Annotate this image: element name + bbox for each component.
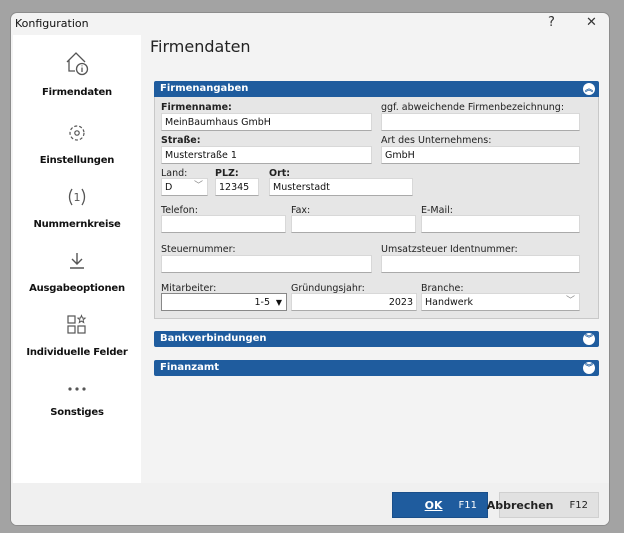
art-input[interactable]: GmbH xyxy=(381,146,580,164)
cancel-button[interactable]: Abbrechen F12 xyxy=(487,492,599,518)
mitarbeiter-select[interactable]: 1-5 ▼ xyxy=(161,293,287,311)
help-button[interactable]: ? xyxy=(548,15,555,30)
fax-input[interactable] xyxy=(291,215,416,233)
svg-text:1: 1 xyxy=(74,191,81,204)
download-icon xyxy=(70,253,84,269)
strasse-label: Straße: xyxy=(161,135,201,146)
chevron-down-icon: ﹀ xyxy=(565,296,575,306)
sidebar: Firmendaten Einstellungen 1 Nummernkreis… xyxy=(13,35,141,483)
config-dialog: Konfiguration ? ✕ Firmendaten Einstellun… xyxy=(10,12,610,526)
strasse-input[interactable]: Musterstraße 1 xyxy=(161,146,372,164)
sidebar-item-individuelle-felder[interactable]: Individuelle Felder xyxy=(13,313,141,358)
expand-icon[interactable]: ︾ xyxy=(583,362,595,374)
number-cycle-icon: 1 xyxy=(68,188,86,206)
land-select[interactable]: D ﹀ xyxy=(161,178,208,196)
firmenname-input[interactable]: MeinBaumhaus GmbH xyxy=(161,113,372,131)
sidebar-item-label: Firmendaten xyxy=(42,87,112,98)
sidebar-item-label: Individuelle Felder xyxy=(26,347,128,358)
firmenname-label: Firmenname: xyxy=(161,102,232,113)
gruendungsjahr-input[interactable]: 2023 xyxy=(291,293,417,311)
section-bankverbindungen-header[interactable]: Bankverbindungen ︾ xyxy=(154,331,599,347)
art-label: Art des Unternehmens: xyxy=(381,135,492,146)
sidebar-item-label: Ausgabeoptionen xyxy=(29,283,125,294)
ok-shortcut: F11 xyxy=(458,499,477,511)
custom-fields-icon xyxy=(67,314,87,334)
sidebar-item-einstellungen[interactable]: Einstellungen xyxy=(13,121,141,166)
more-icon xyxy=(68,387,86,391)
branche-value: Handwerk xyxy=(425,297,474,308)
branche-select[interactable]: Handwerk ﹀ xyxy=(421,293,580,311)
section-title: Bankverbindungen xyxy=(160,333,267,344)
plz-input[interactable]: 12345 xyxy=(215,178,259,196)
steuernummer-label: Steuernummer: xyxy=(161,244,236,255)
ort-input[interactable]: Musterstadt xyxy=(269,178,413,196)
land-value: D xyxy=(165,182,173,193)
ok-label: OK xyxy=(424,498,443,512)
sidebar-item-label: Nummernkreise xyxy=(33,219,121,230)
cancel-label: Abbrechen xyxy=(486,498,554,512)
window-title: Konfiguration xyxy=(15,17,89,30)
section-title: Finanzamt xyxy=(160,362,220,373)
cancel-shortcut: F12 xyxy=(569,499,588,511)
house-info-icon xyxy=(66,52,89,76)
section-title: Firmenangaben xyxy=(160,83,249,94)
expand-icon[interactable]: ︾ xyxy=(583,333,595,345)
ustid-label: Umsatzsteuer Identnummer: xyxy=(381,244,518,255)
email-input[interactable] xyxy=(421,215,580,233)
sidebar-item-firmendaten[interactable]: Firmendaten xyxy=(13,49,141,98)
collapse-icon[interactable]: ︽ xyxy=(583,83,595,95)
close-button[interactable]: ✕ xyxy=(586,15,597,30)
dialog-footer: OK F11 Abbrechen F12 xyxy=(11,483,609,525)
chevron-down-icon: ﹀ xyxy=(193,181,203,191)
ustid-input[interactable] xyxy=(381,255,580,273)
sidebar-item-ausgabeoptionen[interactable]: Ausgabeoptionen xyxy=(13,249,141,294)
sidebar-item-label: Einstellungen xyxy=(39,155,115,166)
ok-button[interactable]: OK F11 xyxy=(392,492,488,518)
triangle-down-icon: ▼ xyxy=(275,298,282,307)
section-finanzamt-header[interactable]: Finanzamt ︾ xyxy=(154,360,599,376)
steuernummer-input[interactable] xyxy=(161,255,372,273)
gear-icon xyxy=(69,125,85,141)
abweichend-label: ggf. abweichende Firmenbezeichnung: xyxy=(381,102,565,113)
page-title: Firmendaten xyxy=(150,37,251,56)
mitarbeiter-value: 1-5 xyxy=(254,297,270,308)
abweichend-input[interactable] xyxy=(381,113,580,131)
sidebar-item-sonstiges[interactable]: Sonstiges xyxy=(13,381,141,418)
section-firmenangaben-header[interactable]: Firmenangaben ︽ xyxy=(154,81,599,97)
telefon-input[interactable] xyxy=(161,215,286,233)
sidebar-item-label: Sonstiges xyxy=(50,407,104,418)
sidebar-item-nummernkreise[interactable]: 1 Nummernkreise xyxy=(13,185,141,230)
